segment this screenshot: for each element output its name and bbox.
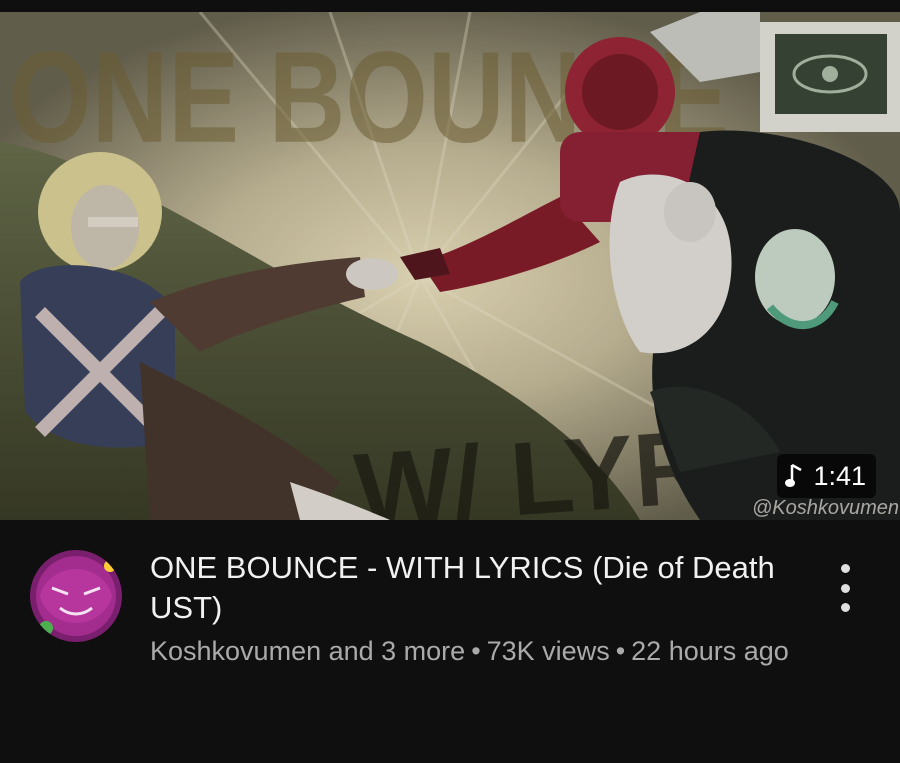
video-title[interactable]: ONE BOUNCE - WITH LYRICS (Die of Death U… xyxy=(150,548,790,628)
thumbnail-artwork: ONE BOUNCE W/ LYRICS @Koshkovumen xyxy=(0,12,900,520)
upload-age: 22 hours ago xyxy=(631,636,789,666)
duration-badge: 1:41 xyxy=(777,454,876,498)
duration-text: 1:41 xyxy=(813,461,866,491)
video-card[interactable]: ONE BOUNCE W/ LYRICS @Koshkovumen 1:41 O… xyxy=(0,0,900,763)
separator-dot: • xyxy=(615,636,626,666)
channel-name[interactable]: Koshkovumen and 3 more xyxy=(150,636,465,666)
channel-avatar[interactable] xyxy=(30,550,122,642)
video-metadata: ONE BOUNCE - WITH LYRICS (Die of Death U… xyxy=(0,520,900,763)
video-thumbnail[interactable]: ONE BOUNCE W/ LYRICS @Koshkovumen 1:41 xyxy=(0,12,900,520)
video-subtitle: Koshkovumen and 3 more • 73K views • 22 hour… xyxy=(150,634,790,668)
separator-dot: • xyxy=(471,636,481,666)
more-vert-icon[interactable] xyxy=(830,564,860,612)
music-note-icon xyxy=(785,463,805,489)
view-count: 73K views xyxy=(486,636,610,666)
